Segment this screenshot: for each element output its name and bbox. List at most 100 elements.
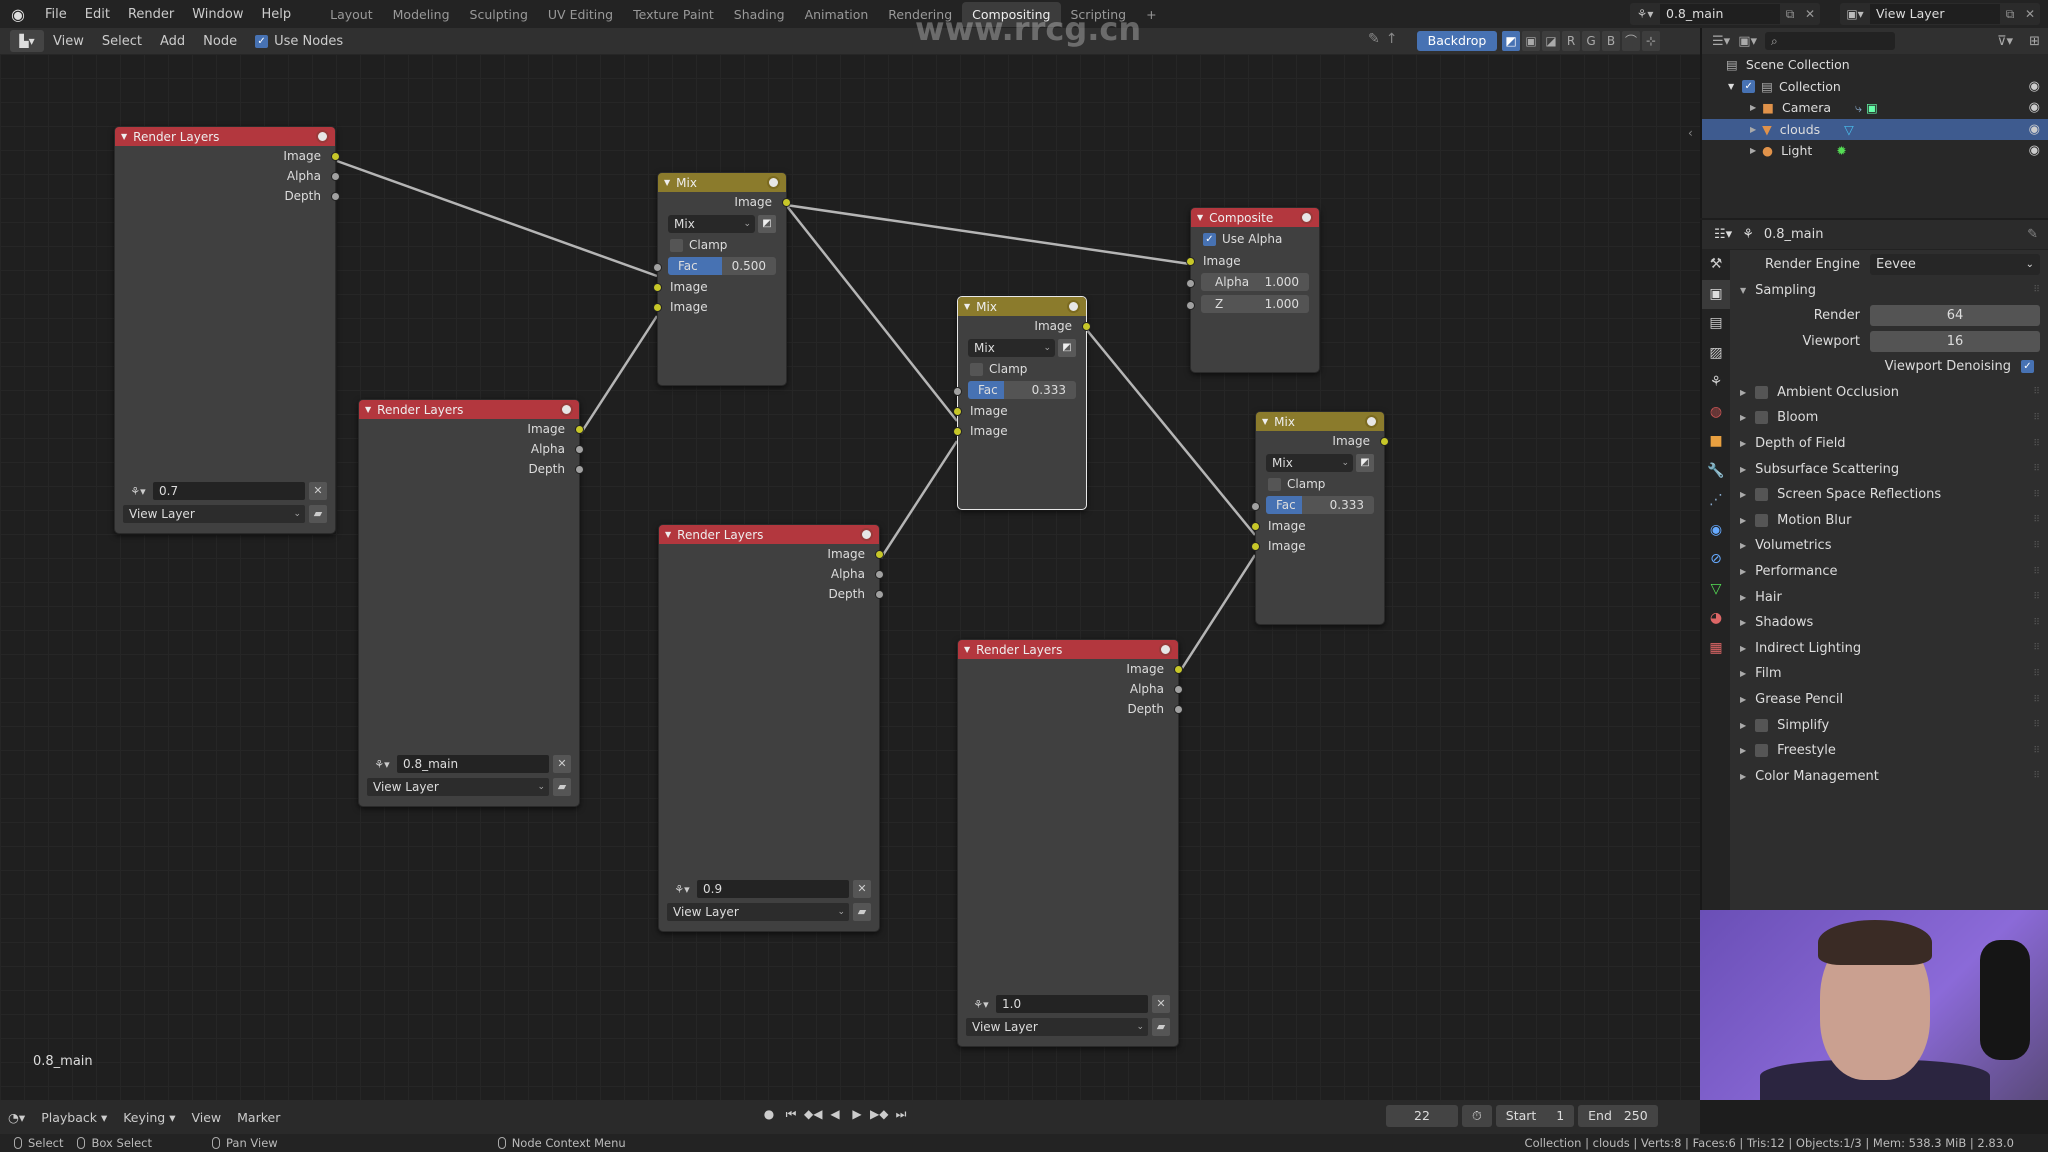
modifier-tab-icon[interactable]: 🔧 (1702, 457, 1730, 487)
collapse-icon[interactable]: ▼ (964, 645, 970, 654)
socket-image[interactable] (953, 407, 962, 416)
scene-tab-icon[interactable]: ⚘ (1702, 368, 1730, 398)
collapse-icon[interactable]: ▼ (365, 405, 371, 414)
menu-view[interactable]: View (44, 34, 93, 49)
socket-alpha[interactable] (331, 172, 340, 181)
outliner-item-light[interactable]: ▶ ● Light ✹ ◉ (1702, 140, 2048, 162)
drag-handle-icon[interactable]: ⠿ (2033, 413, 2040, 423)
backdrop-toggle[interactable]: Backdrop (1417, 31, 1497, 51)
view-layer-tab-icon[interactable]: ▨ (1702, 339, 1730, 369)
clamp-checkbox[interactable]: Clamp (670, 236, 774, 254)
composite-node[interactable]: ▼ Composite ✓ Use Alpha Image Alpha 1.000 Z… (1186, 207, 1320, 373)
mix-node-2[interactable]: ▼ Mix Image Mix ⌄ ◩ Clamp Fac 0.333 Image Im… (953, 296, 1091, 510)
tab-shading[interactable]: Shading (724, 2, 795, 27)
collapse-icon[interactable]: ▼ (964, 302, 970, 311)
panel-subsurface-scattering[interactable]: ▶ Subsurface Scattering ⠿ (1730, 456, 2048, 482)
node-header[interactable]: ▼ Mix (958, 297, 1086, 316)
material-tab-icon[interactable]: ◕ (1702, 604, 1730, 634)
tab-uv-editing[interactable]: UV Editing (538, 2, 623, 27)
panel-grease-pencil[interactable]: ▶ Grease Pencil ⠿ (1730, 687, 2048, 713)
viewport-samples-field[interactable]: 16 (1870, 330, 2040, 352)
socket-image[interactable] (1251, 542, 1260, 551)
socket-fac[interactable] (1251, 502, 1260, 511)
color-alpha-icon[interactable]: ◩ (1502, 31, 1520, 51)
drag-handle-icon[interactable]: ⠿ (2033, 771, 2040, 781)
menu-edit[interactable]: Edit (76, 7, 119, 22)
panel-ambient-occlusion[interactable]: ▶ Ambient Occlusion ⠿ (1730, 380, 2048, 406)
collapse-icon[interactable]: ▼ (121, 132, 127, 141)
socket-image[interactable] (1186, 257, 1195, 266)
socket-image[interactable] (653, 303, 662, 312)
panel-sampling[interactable]: ▼ Sampling ⠿ (1730, 278, 2048, 304)
socket-fac[interactable] (953, 387, 962, 396)
panel-film[interactable]: ▶ Film ⠿ (1730, 661, 2048, 687)
play-icon[interactable]: ▶ (848, 1107, 866, 1122)
collapse-icon[interactable]: ▼ (664, 178, 670, 187)
socket-image[interactable] (653, 283, 662, 292)
folder-icon[interactable]: ▰ (553, 778, 571, 796)
outliner-search[interactable]: ⌕ (1765, 32, 1895, 50)
new-collection-icon[interactable]: ⊞ (2029, 34, 2040, 49)
folder-icon[interactable]: ▰ (309, 505, 327, 523)
use-alpha-checkbox[interactable]: ✓ Use Alpha (1203, 230, 1307, 248)
menu-file[interactable]: File (36, 7, 76, 22)
collapse-icon[interactable]: ▼ (665, 530, 671, 539)
view-layer-dropdown[interactable]: View Layer ⌄ (966, 1018, 1148, 1036)
panel-bloom[interactable]: ▶ Bloom ⠿ (1730, 405, 2048, 431)
current-frame-field[interactable]: 22 (1386, 1105, 1458, 1127)
delete-layer-icon[interactable]: ✕ (2020, 7, 2040, 21)
drag-handle-icon[interactable]: ⠿ (2033, 695, 2040, 705)
start-frame-field[interactable]: Start 1 (1495, 1105, 1575, 1127)
blend-type-dropdown[interactable]: Mix ⌄ ◩ (968, 339, 1076, 357)
fac-slider[interactable]: Fac 0.333 (968, 381, 1076, 399)
editor-type-icon[interactable]: ◔▾ (0, 1110, 33, 1125)
socket-alpha[interactable] (875, 570, 884, 579)
channel-b[interactable]: B (1602, 31, 1620, 51)
scene-icon[interactable]: ⚘▾ (966, 998, 996, 1011)
unlink-icon[interactable]: ✕ (1152, 995, 1170, 1013)
view-layer-name[interactable]: View Layer (1870, 4, 2000, 24)
z-field[interactable]: Z 1.000 (1201, 295, 1309, 313)
preview-range-icon[interactable]: ⏱ (1462, 1105, 1492, 1127)
alpha-icon[interactable]: ◪ (1542, 31, 1560, 51)
world-tab-icon[interactable]: ◍ (1702, 398, 1730, 428)
socket-depth[interactable] (575, 465, 584, 474)
drag-handle-icon[interactable]: ⠿ (2033, 643, 2040, 653)
folder-icon[interactable]: ▰ (1152, 1018, 1170, 1036)
socket-image[interactable] (953, 427, 962, 436)
collapse-icon[interactable]: ▼ (1262, 417, 1268, 426)
drag-handle-icon[interactable]: ⠿ (2033, 541, 2040, 551)
panel-hair[interactable]: ▶ Hair ⠿ (1730, 584, 2048, 610)
socket-image[interactable] (575, 425, 584, 434)
panel-enable-checkbox[interactable] (1755, 744, 1769, 758)
editor-type-icon[interactable]: ▙▾ (10, 30, 44, 52)
delete-scene-icon[interactable]: ✕ (1800, 7, 1820, 21)
panel-performance[interactable]: ▶ Performance ⠿ (1730, 559, 2048, 585)
use-alpha-icon[interactable]: ◩ (1058, 339, 1076, 357)
pin-icon[interactable]: ✎ (1368, 31, 1380, 47)
view-layer-selector[interactable]: ▣▾ View Layer ⧉ ✕ (1840, 3, 2040, 25)
scene-name[interactable]: 0.8_main (1660, 4, 1780, 24)
pin-icon[interactable]: ✎ (2027, 227, 2038, 242)
node-header[interactable]: ▼ Render Layers (958, 640, 1178, 659)
texture-tab-icon[interactable]: ▦ (1702, 634, 1730, 664)
drag-handle-icon[interactable]: ⠿ (2033, 387, 2040, 397)
drag-handle-icon[interactable]: ⠿ (2033, 720, 2040, 730)
scene-field[interactable]: 1.0 (996, 995, 1148, 1013)
filter-view-icon[interactable]: ▣▾ (1738, 34, 1757, 49)
visibility-eye-icon[interactable]: ◉ (2029, 100, 2040, 115)
color-icon[interactable]: ▣ (1522, 31, 1540, 51)
socket-depth[interactable] (875, 590, 884, 599)
menu-select[interactable]: Select (93, 34, 151, 49)
menu-add[interactable]: Add (151, 34, 194, 49)
socket-image[interactable] (875, 550, 884, 559)
render-icon[interactable] (860, 528, 873, 541)
tab-animation[interactable]: Animation (795, 2, 879, 27)
node-header[interactable]: ▼ Mix (1256, 412, 1384, 431)
copy-layer-icon[interactable]: ⧉ (2000, 7, 2020, 22)
socket-alpha[interactable] (1186, 279, 1195, 288)
render-icon[interactable] (560, 403, 573, 416)
socket-alpha[interactable] (575, 445, 584, 454)
scene-icon[interactable]: ⚘▾ (667, 883, 697, 896)
display-mode-icon[interactable]: ☰▾ (1712, 34, 1730, 49)
